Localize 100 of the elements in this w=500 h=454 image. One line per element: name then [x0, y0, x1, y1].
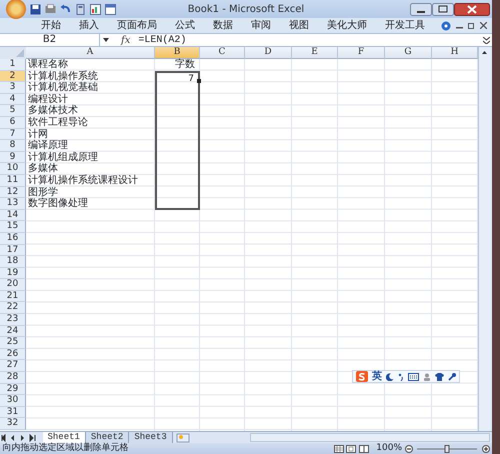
row-header[interactable]: 27 — [0, 360, 26, 372]
sheet-tab[interactable]: Sheet2 — [86, 432, 130, 443]
normal-view-icon[interactable] — [334, 444, 344, 452]
row-header[interactable]: 8 — [0, 140, 26, 152]
maximize-button[interactable] — [432, 2, 454, 16]
sheet-tab[interactable]: Sheet1 — [42, 432, 86, 443]
restore-icon[interactable] — [468, 22, 475, 29]
minimize-button[interactable] — [410, 2, 432, 16]
row-header[interactable]: 12 — [0, 186, 26, 198]
row-header[interactable]: 20 — [0, 279, 26, 291]
expand-icon[interactable] — [482, 36, 490, 44]
column-header[interactable]: C — [200, 47, 245, 59]
selected-cell[interactable] — [155, 94, 200, 106]
row-header[interactable]: 3 — [0, 82, 26, 94]
horizontal-scrollbar[interactable] — [250, 433, 490, 442]
ribbon-tab[interactable]: 审阅 — [242, 18, 280, 32]
row-header[interactable]: 29 — [0, 384, 26, 396]
selected-cell[interactable] — [155, 128, 200, 140]
row-header[interactable]: 7 — [0, 128, 26, 140]
calculator-icon[interactable] — [75, 4, 86, 14]
row-header[interactable]: 32 — [0, 418, 26, 430]
ribbon-tab[interactable]: 数据 — [204, 18, 242, 32]
column-header[interactable]: F — [338, 47, 385, 59]
zoom-out-icon[interactable] — [404, 444, 412, 452]
row-header[interactable]: 15 — [0, 221, 26, 233]
help-icon[interactable] — [441, 20, 451, 30]
row-header[interactable]: 13 — [0, 198, 26, 210]
ribbon-tab[interactable]: 美化大师 — [318, 18, 376, 32]
column-header[interactable]: A — [26, 47, 155, 59]
punctuation-icon[interactable] — [398, 372, 404, 380]
selected-cell[interactable] — [155, 174, 200, 187]
row-header[interactable]: 11 — [0, 174, 26, 187]
row-header[interactable]: 2 — [0, 70, 26, 82]
ribbon-tab[interactable]: 视图 — [280, 18, 318, 32]
chart-icon[interactable] — [90, 4, 101, 14]
ribbon-tab[interactable]: 页面布局 — [108, 18, 166, 32]
formula-field[interactable]: =LEN(A2) — [138, 32, 482, 48]
insert-function-button[interactable]: fx — [121, 32, 130, 48]
table-cell-text: 计算机组成原理 — [27, 152, 98, 163]
row-header[interactable]: 30 — [0, 395, 26, 407]
selected-cell[interactable] — [155, 116, 200, 129]
vertical-scrollbar[interactable] — [478, 47, 490, 431]
user-icon[interactable] — [423, 372, 431, 380]
shirt-icon[interactable] — [435, 372, 444, 380]
row-header[interactable]: 23 — [0, 314, 26, 326]
row-header[interactable]: 16 — [0, 232, 26, 244]
column-header[interactable]: B — [155, 47, 200, 59]
row-header[interactable]: 31 — [0, 406, 26, 418]
column-header[interactable]: E — [292, 47, 338, 59]
row-header[interactable]: 25 — [0, 337, 26, 349]
row-header[interactable]: 6 — [0, 116, 26, 129]
fill-handle[interactable] — [197, 79, 201, 84]
row-header[interactable]: 17 — [0, 244, 26, 256]
row-header[interactable]: 19 — [0, 268, 26, 280]
row-header[interactable]: 14 — [0, 210, 26, 222]
moon-icon[interactable] — [386, 372, 394, 380]
close-button[interactable] — [454, 2, 490, 16]
selected-cell[interactable] — [155, 152, 200, 164]
row-header[interactable]: 5 — [0, 105, 26, 117]
slider-thumb[interactable] — [444, 444, 450, 452]
ribbon-tab[interactable]: 开始 — [32, 18, 70, 32]
row-header[interactable]: 10 — [0, 163, 26, 175]
table-cell-text: 计算机视觉基础 — [27, 82, 98, 94]
window-icon[interactable] — [105, 4, 116, 14]
sheet-tab[interactable]: Sheet3 — [129, 432, 173, 443]
keyboard-icon[interactable] — [408, 372, 419, 380]
column-header[interactable]: H — [432, 47, 478, 59]
language-label[interactable]: 英 — [372, 371, 382, 382]
ribbon-tab[interactable]: 插入 — [70, 18, 108, 32]
ribbon-tab[interactable]: 公式 — [166, 18, 204, 32]
wrench-icon[interactable] — [448, 372, 456, 380]
row-header[interactable]: 21 — [0, 290, 26, 302]
row-header[interactable]: 28 — [0, 372, 26, 384]
selected-cell[interactable] — [155, 105, 200, 117]
zoom-in-icon[interactable] — [482, 444, 490, 452]
page-break-icon[interactable] — [358, 444, 369, 452]
page-layout-icon[interactable] — [346, 444, 356, 452]
ime-toolbar[interactable]: 英 — [352, 370, 460, 383]
close-icon[interactable] — [480, 22, 487, 29]
dropdown-arrow-icon[interactable] — [102, 38, 108, 42]
row-header[interactable]: 1 — [0, 59, 26, 71]
table-cell-text: 多媒体 — [27, 163, 58, 174]
row-header[interactable]: 26 — [0, 348, 26, 360]
row-header[interactable]: 22 — [0, 302, 26, 314]
ribbon-tab[interactable]: 开发工具 — [376, 18, 434, 32]
selected-cell[interactable] — [155, 140, 200, 152]
selected-cell[interactable] — [155, 82, 200, 94]
row-header[interactable]: 18 — [0, 256, 26, 268]
zoom-slider[interactable] — [415, 444, 479, 452]
save-icon[interactable] — [30, 4, 41, 14]
column-header[interactable]: D — [245, 47, 292, 59]
selected-cell[interactable] — [155, 163, 200, 175]
name-box[interactable]: B2 — [0, 34, 100, 46]
selected-cell[interactable] — [155, 198, 200, 210]
row-header[interactable]: 9 — [0, 152, 26, 164]
selected-cell[interactable] — [155, 186, 200, 198]
row-header[interactable]: 24 — [0, 326, 26, 338]
undo-icon[interactable] — [60, 4, 71, 14]
row-header[interactable]: 4 — [0, 94, 26, 106]
column-header[interactable]: G — [385, 47, 432, 59]
